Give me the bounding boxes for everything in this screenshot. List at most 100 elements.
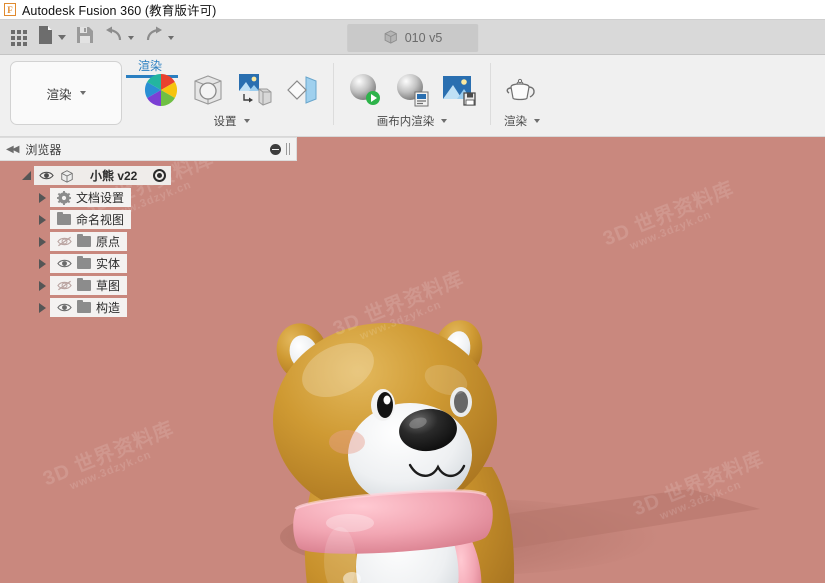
tree-node-4[interactable]: 草图: [0, 276, 297, 295]
circle-minus-icon[interactable]: [270, 143, 281, 155]
in-canvas-render-panel-label-text: 画布内渲染: [376, 116, 435, 128]
tree-node-0[interactable]: 文档设置: [0, 188, 297, 207]
target-radio-icon[interactable]: [153, 169, 167, 182]
expander-collapsed-icon[interactable]: [34, 236, 50, 247]
expander-collapsed-icon[interactable]: [34, 302, 50, 313]
tree-node-chip[interactable]: 实体: [50, 254, 128, 273]
expander-open-icon[interactable]: [18, 171, 34, 180]
settings-panel-label[interactable]: 设置: [214, 113, 250, 129]
redo-arrow-icon: [144, 26, 164, 49]
tree-node-1[interactable]: 命名视图: [0, 210, 297, 229]
settings-panel-tools: [130, 55, 333, 111]
tree-node-label: 草图: [96, 279, 121, 293]
save-button[interactable]: [71, 24, 99, 52]
color-wheel-icon: [144, 73, 178, 112]
undo-arrow-icon: [104, 26, 124, 49]
tree-node-3[interactable]: 实体: [0, 254, 297, 273]
sphere-play-icon: [347, 73, 383, 112]
teapot-icon: [503, 74, 541, 111]
render-panel-label[interactable]: 渲染: [504, 113, 540, 129]
chevron-down-icon[interactable]: [168, 35, 174, 40]
new-file-button[interactable]: [32, 24, 71, 52]
save-icon: [76, 26, 94, 49]
folder-icon: [77, 299, 91, 313]
in-canvas-render-panel-tools: [334, 55, 490, 111]
fusion-logo-icon: F: [4, 3, 16, 16]
folder-icon: [77, 277, 91, 291]
chevron-down-icon[interactable]: [128, 35, 134, 40]
sphere-settings-icon: [394, 73, 430, 112]
tree-node-label: 构造: [96, 301, 121, 315]
tree-root-chip[interactable]: 小熊 v22: [34, 166, 172, 185]
tree-node-chip[interactable]: 草图: [50, 276, 128, 295]
expander-collapsed-icon[interactable]: [34, 258, 50, 269]
chevron-down-icon[interactable]: [79, 91, 86, 95]
window-title: Autodesk Fusion 360 (教育版许可): [22, 4, 217, 18]
decal-tool[interactable]: [236, 73, 274, 111]
eye-visible-icon[interactable]: [57, 302, 72, 313]
eye-visible-icon[interactable]: [57, 258, 72, 269]
tree-node-2[interactable]: 原点: [0, 232, 297, 251]
tree-node-chip[interactable]: 文档设置: [50, 188, 132, 207]
render-panel-label-text: 渲染: [504, 116, 527, 128]
texture-map-controls-tool[interactable]: [283, 73, 321, 111]
tree-node-chip[interactable]: 原点: [50, 232, 128, 251]
cube-icon: [383, 29, 398, 47]
tree-node-chip[interactable]: 命名视图: [50, 210, 132, 229]
eye-hidden-icon[interactable]: [57, 280, 72, 291]
tree-node-label: 文档设置: [76, 191, 125, 205]
double-left-arrow-icon[interactable]: ◀◀: [6, 144, 19, 155]
chevron-down-icon[interactable]: [58, 35, 66, 40]
render-panel: 渲染: [491, 55, 553, 137]
grid-icon: [11, 29, 27, 46]
tree-node-5[interactable]: 构造: [0, 298, 297, 317]
tree-root-node[interactable]: 小熊 v22: [0, 166, 297, 185]
browser-panel-title: 浏览器: [25, 142, 62, 157]
tree-node-chip[interactable]: 构造: [50, 298, 128, 317]
folder-icon: [77, 233, 91, 247]
chevron-down-icon[interactable]: [243, 119, 250, 123]
image-save-icon: [441, 73, 477, 112]
title-bar: F Autodesk Fusion 360 (教育版许可): [0, 0, 825, 19]
image-decal-icon: [237, 72, 273, 113]
fusion360-application-window: F Autodesk Fusion 360 (教育版许可) 010 v5 渲染 …: [0, 0, 825, 583]
settings-panel-label-text: 设置: [213, 116, 237, 128]
diamond-plane-icon: [285, 73, 319, 112]
eye-visible-icon[interactable]: [39, 170, 54, 181]
cube-icon: [60, 169, 74, 183]
render-panel-tools: [491, 55, 553, 111]
document-tab-label: 010 v5: [404, 31, 443, 45]
tree-root-label: 小熊 v22: [90, 169, 138, 183]
browser-panel-header: ◀◀ 浏览器: [0, 137, 297, 161]
appearance-tool[interactable]: [142, 73, 180, 111]
undo-button[interactable]: [99, 24, 139, 52]
document-tab[interactable]: 010 v5: [346, 24, 479, 52]
capture-image-tool[interactable]: [440, 73, 478, 111]
tree-node-label: 命名视图: [76, 213, 125, 227]
settings-panel: 设置: [130, 55, 333, 137]
expander-collapsed-icon[interactable]: [34, 280, 50, 291]
workspace-selector[interactable]: 渲染: [10, 61, 122, 125]
scene-settings-tool[interactable]: [189, 73, 227, 111]
folder-icon: [57, 211, 71, 225]
app-grid-button[interactable]: [6, 24, 32, 52]
expander-collapsed-icon[interactable]: [34, 214, 50, 225]
tree-node-label: 实体: [96, 257, 121, 271]
expander-collapsed-icon[interactable]: [34, 192, 50, 203]
chevron-down-icon[interactable]: [441, 119, 448, 123]
panel-grip-icon[interactable]: [286, 143, 290, 155]
in-canvas-render-panel-label[interactable]: 画布内渲染: [377, 113, 448, 129]
render-tool[interactable]: [503, 73, 541, 111]
folder-icon: [77, 255, 91, 269]
tree-children-container: 文档设置命名视图原点实体草图构造: [0, 188, 297, 317]
eye-hidden-icon[interactable]: [57, 236, 72, 247]
redo-button[interactable]: [139, 24, 179, 52]
chevron-down-icon[interactable]: [534, 119, 540, 123]
in-canvas-render-settings-tool[interactable]: [393, 73, 431, 111]
browser-tree: 小熊 v22 文档设置命名视图原点实体草图构造: [0, 166, 297, 320]
in-canvas-render-tool[interactable]: [346, 73, 384, 111]
workspace-label: 渲染: [46, 87, 72, 102]
in-canvas-render-panel: 画布内渲染: [334, 55, 490, 137]
tree-node-label: 原点: [96, 235, 121, 249]
browser-header-controls: [270, 143, 290, 155]
